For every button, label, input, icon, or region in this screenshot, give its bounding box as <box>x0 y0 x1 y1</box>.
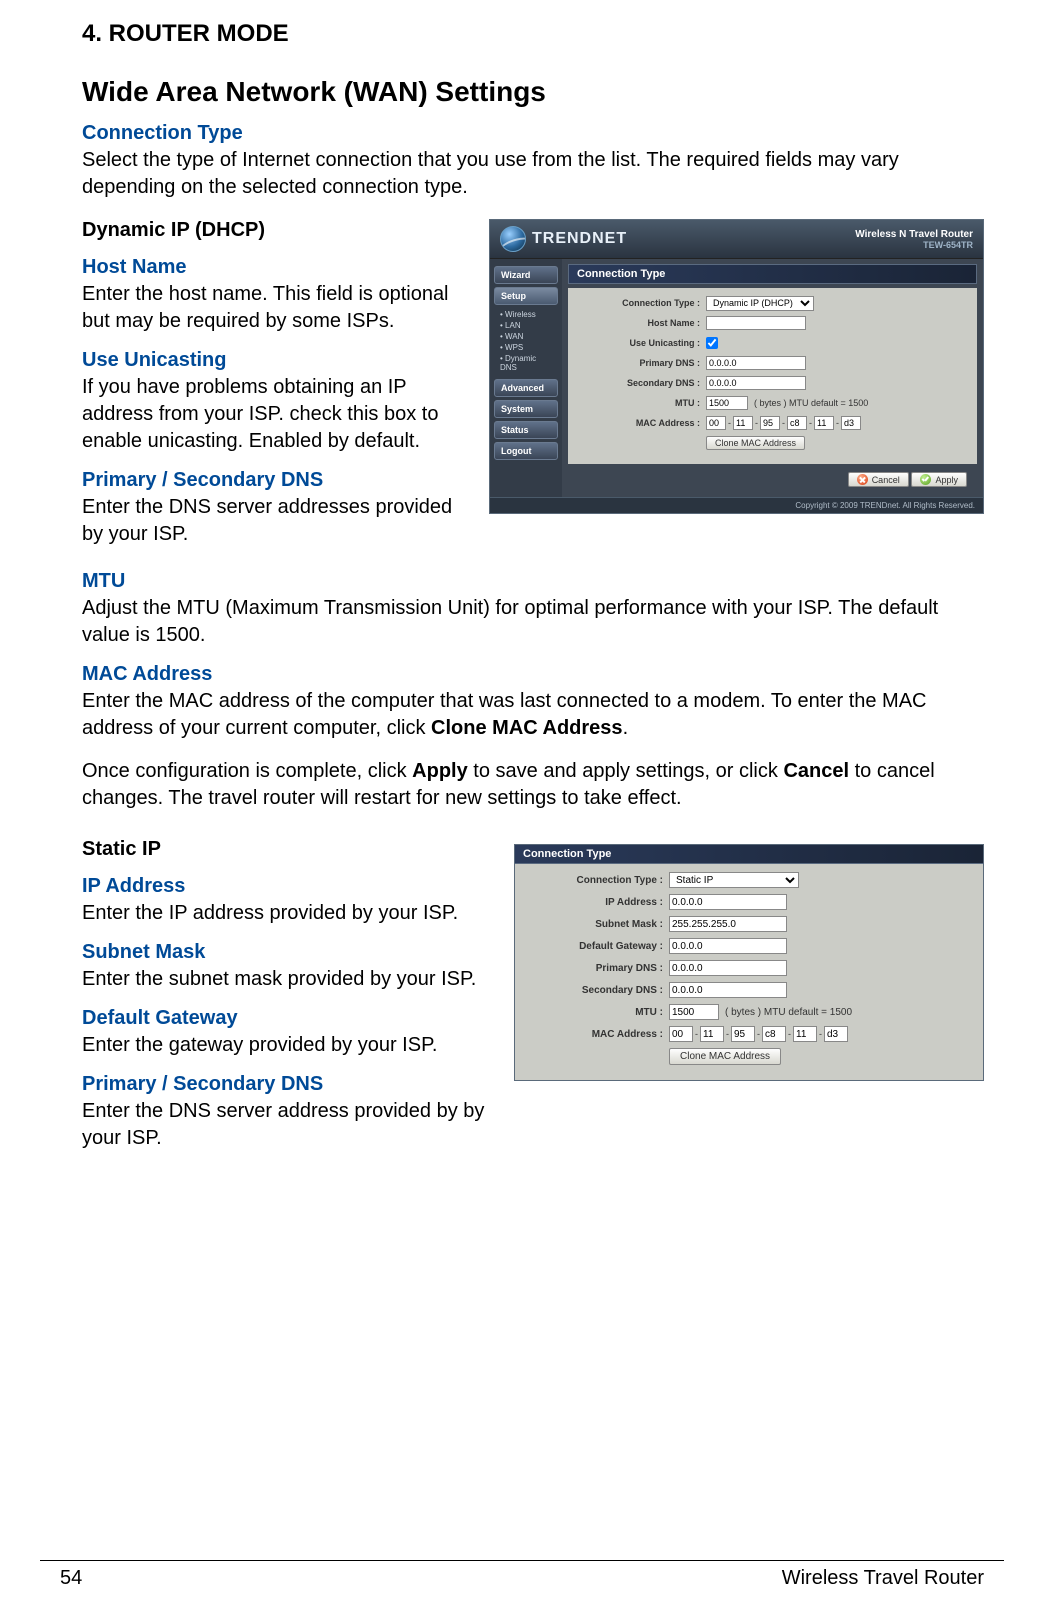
nav-item-lan[interactable]: • LAN <box>490 320 562 331</box>
default-gateway-body: Enter the gateway provided by your ISP. <box>82 1032 496 1059</box>
input2-mac-4[interactable] <box>793 1026 817 1042</box>
label2-gw: Default Gateway : <box>523 941 669 952</box>
dynamic-ip-heading: Dynamic IP (DHCP) <box>82 219 471 242</box>
nav-tab-wizard[interactable]: Wizard <box>494 266 558 284</box>
section-title: Wide Area Network (WAN) Settings <box>82 76 984 108</box>
hint-mtu: ( bytes ) MTU default = 1500 <box>754 398 868 408</box>
router-screenshot-dhcp: TRENDNET Wireless N Travel Router TEW-65… <box>489 219 984 514</box>
label2-connection-type: Connection Type : <box>523 875 669 886</box>
input2-mask[interactable] <box>669 916 787 932</box>
input-mac-3[interactable] <box>787 416 807 430</box>
input2-ip[interactable] <box>669 894 787 910</box>
input-mac-1[interactable] <box>733 416 753 430</box>
input-mac-0[interactable] <box>706 416 726 430</box>
nav-tab-advanced[interactable]: Advanced <box>494 379 558 397</box>
mac-address-body: Enter the MAC address of the computer th… <box>82 688 984 742</box>
static-dns-body: Enter the DNS server address provided by… <box>82 1098 496 1152</box>
conn-type-body: Select the type of Internet connection t… <box>82 147 984 201</box>
nav-tab-setup[interactable]: Setup <box>494 287 558 305</box>
input2-primary-dns[interactable] <box>669 960 787 976</box>
label2-ip: IP Address : <box>523 897 669 908</box>
dns-heading: Primary / Secondary DNS <box>82 469 471 492</box>
hint2-mtu: ( bytes ) MTU default = 1500 <box>725 1007 852 1018</box>
nav-tab-status[interactable]: Status <box>494 421 558 439</box>
label-secondary-dns: Secondary DNS : <box>576 378 706 388</box>
input-mac-4[interactable] <box>814 416 834 430</box>
clone-mac-button[interactable]: Clone MAC Address <box>706 436 805 450</box>
apply-icon <box>920 474 931 485</box>
brand-label: TRENDNET <box>532 230 627 248</box>
input2-mtu[interactable] <box>669 1004 719 1020</box>
nav-tab-logout[interactable]: Logout <box>494 442 558 460</box>
static-dns-heading: Primary / Secondary DNS <box>82 1073 496 1096</box>
ip-address-body: Enter the IP address provided by your IS… <box>82 900 496 927</box>
input2-mac-5[interactable] <box>824 1026 848 1042</box>
label2-primary-dns: Primary DNS : <box>523 963 669 974</box>
nav-item-wan[interactable]: • WAN <box>490 331 562 342</box>
input2-gw[interactable] <box>669 938 787 954</box>
label-host-name: Host Name : <box>576 318 706 328</box>
input-primary-dns[interactable] <box>706 356 806 370</box>
label-primary-dns: Primary DNS : <box>576 358 706 368</box>
dns-body: Enter the DNS server addresses provided … <box>82 494 471 548</box>
nav-item-ddns[interactable]: • Dynamic DNS <box>490 353 562 373</box>
panel-title-static: Connection Type <box>515 845 983 864</box>
subnet-mask-heading: Subnet Mask <box>82 941 496 964</box>
ip-address-heading: IP Address <box>82 875 496 898</box>
input2-mac-0[interactable] <box>669 1026 693 1042</box>
mtu-body: Adjust the MTU (Maximum Transmission Uni… <box>82 595 984 649</box>
conn-type-heading: Connection Type <box>82 122 984 145</box>
footer-title: Wireless Travel Router <box>782 1567 984 1590</box>
host-name-heading: Host Name <box>82 256 471 279</box>
label2-mtu: MTU : <box>523 1007 669 1018</box>
input2-mac-1[interactable] <box>700 1026 724 1042</box>
nav-item-wps[interactable]: • WPS <box>490 342 562 353</box>
static-ip-heading: Static IP <box>82 838 496 861</box>
label-mtu: MTU : <box>576 398 706 408</box>
label2-secondary-dns: Secondary DNS : <box>523 985 669 996</box>
input2-mac-3[interactable] <box>762 1026 786 1042</box>
select2-connection-type[interactable]: Static IP <box>669 872 799 888</box>
cancel-icon <box>857 474 868 485</box>
input-host-name[interactable] <box>706 316 806 330</box>
mtu-heading: MTU <box>82 570 984 593</box>
label-unicasting: Use Unicasting : <box>576 338 706 348</box>
panel-title: Connection Type <box>568 264 977 284</box>
nav-item-wireless[interactable]: • Wireless <box>490 309 562 320</box>
default-gateway-heading: Default Gateway <box>82 1007 496 1030</box>
input-mac-2[interactable] <box>760 416 780 430</box>
nav-tab-system[interactable]: System <box>494 400 558 418</box>
input-secondary-dns[interactable] <box>706 376 806 390</box>
unicasting-heading: Use Unicasting <box>82 349 471 372</box>
label2-mac: MAC Address : <box>523 1029 669 1040</box>
apply-paragraph: Once configuration is complete, click Ap… <box>82 758 984 812</box>
router-screenshot-static: Connection Type Connection Type : Static… <box>514 844 984 1081</box>
host-name-body: Enter the host name. This field is optio… <box>82 281 471 335</box>
select-connection-type[interactable]: Dynamic IP (DHCP) <box>706 296 814 311</box>
clone2-mac-button[interactable]: Clone MAC Address <box>669 1048 781 1065</box>
logo-icon <box>500 226 526 252</box>
cancel-button[interactable]: Cancel <box>848 472 909 487</box>
mac-address-heading: MAC Address <box>82 663 984 686</box>
subnet-mask-body: Enter the subnet mask provided by your I… <box>82 966 496 993</box>
checkbox-unicasting[interactable] <box>706 337 718 349</box>
input2-mac-2[interactable] <box>731 1026 755 1042</box>
input-mtu[interactable] <box>706 396 748 410</box>
label-connection-type: Connection Type : <box>576 298 706 308</box>
unicasting-body: If you have problems obtaining an IP add… <box>82 374 471 455</box>
model-line1: Wireless N Travel Router <box>855 229 973 240</box>
input-mac-5[interactable] <box>841 416 861 430</box>
page-number: 54 <box>60 1567 82 1590</box>
apply-button[interactable]: Apply <box>911 472 967 487</box>
label-mac: MAC Address : <box>576 418 706 428</box>
chapter-title: 4. ROUTER MODE <box>82 20 984 48</box>
input2-secondary-dns[interactable] <box>669 982 787 998</box>
copyright-label: Copyright © 2009 TRENDnet. All Rights Re… <box>490 497 983 513</box>
label2-mask: Subnet Mask : <box>523 919 669 930</box>
model-line2: TEW-654TR <box>855 240 973 250</box>
